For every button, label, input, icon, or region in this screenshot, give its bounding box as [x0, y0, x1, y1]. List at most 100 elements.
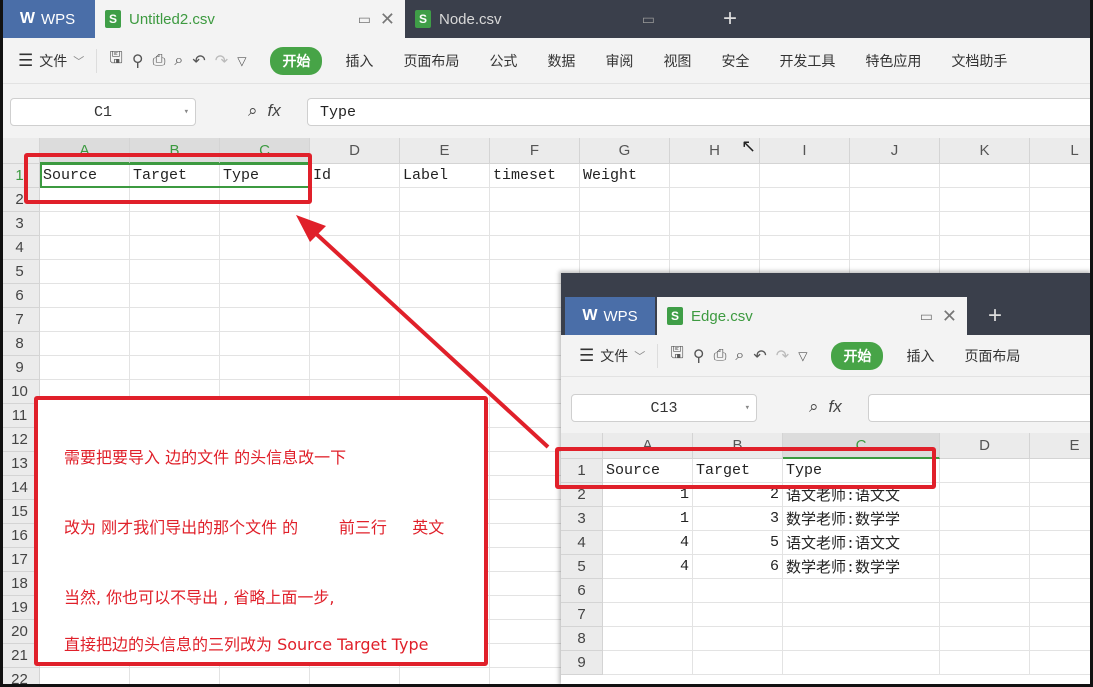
grid-cell[interactable] — [783, 603, 940, 627]
grid-cell[interactable] — [400, 188, 490, 212]
grid-cell[interactable]: 3 — [693, 507, 783, 531]
grid-cell[interactable] — [400, 452, 490, 476]
grid-cell[interactable] — [400, 356, 490, 380]
grid-cell[interactable] — [490, 212, 580, 236]
grid-cell[interactable] — [220, 548, 310, 572]
grid-cell[interactable] — [760, 212, 850, 236]
grid-cell[interactable] — [130, 548, 220, 572]
grid-cell[interactable] — [693, 627, 783, 651]
formula-input[interactable]: Type — [307, 98, 1093, 126]
ribbon-tab[interactable]: 开始 — [831, 341, 884, 370]
grid-cell[interactable] — [40, 212, 130, 236]
new-tab-button[interactable]: + — [710, 0, 750, 38]
grid-cell[interactable]: 2 — [693, 483, 783, 507]
grid-cell[interactable] — [220, 332, 310, 356]
grid-cell[interactable] — [130, 404, 220, 428]
grid-cell[interactable] — [310, 548, 400, 572]
grid-cell[interactable] — [310, 284, 400, 308]
fx-icon[interactable]: fx — [829, 397, 842, 417]
save-icon[interactable]: 🖫 — [109, 47, 123, 74]
grid-cell[interactable]: 6 — [693, 555, 783, 579]
grid-cell[interactable] — [40, 236, 130, 260]
grid-cell[interactable] — [130, 380, 220, 404]
grid-cell[interactable] — [693, 651, 783, 675]
grid-cell[interactable]: Target — [693, 459, 783, 483]
row-header[interactable]: 18 — [0, 572, 40, 596]
grid-cell[interactable] — [40, 308, 130, 332]
grid-cell[interactable] — [1030, 555, 1093, 579]
redo-icon[interactable]: ↷ — [215, 51, 228, 71]
grid-cell[interactable] — [310, 212, 400, 236]
ribbon-tab[interactable]: 特色应用 — [850, 51, 936, 71]
row-header[interactable]: 8 — [561, 627, 603, 651]
grid-cell[interactable] — [940, 579, 1030, 603]
row-header[interactable]: 19 — [0, 596, 40, 620]
column-header[interactable]: D — [310, 138, 400, 164]
file-menu-button[interactable]: ☰ 文件 ﹀ — [0, 48, 98, 73]
wps-home-tab[interactable]: W WPS — [565, 297, 655, 335]
row-header[interactable]: 2 — [561, 483, 603, 507]
row-header[interactable]: 11 — [0, 404, 40, 428]
grid-cell[interactable] — [130, 356, 220, 380]
grid-cell[interactable] — [400, 260, 490, 284]
grid-cell[interactable]: 5 — [693, 531, 783, 555]
new-tab-button[interactable]: + — [975, 297, 1015, 335]
grid-cell[interactable] — [220, 476, 310, 500]
grid-cell[interactable] — [1030, 459, 1093, 483]
row-header[interactable]: 6 — [0, 284, 40, 308]
column-header[interactable]: B — [130, 138, 220, 164]
select-all-corner[interactable] — [0, 138, 40, 164]
grid-cell[interactable] — [400, 404, 490, 428]
ribbon-tab[interactable]: 插入 — [330, 51, 388, 71]
ribbon-tab[interactable]: 开始 — [270, 46, 323, 75]
row-header[interactable]: 9 — [561, 651, 603, 675]
grid-cell[interactable] — [40, 188, 130, 212]
grid-cell[interactable] — [40, 548, 130, 572]
redo-icon[interactable]: ↷ — [776, 346, 789, 366]
grid-cell[interactable] — [1030, 164, 1093, 188]
row-header[interactable]: 1 — [561, 459, 603, 483]
row-header[interactable]: 6 — [561, 579, 603, 603]
grid-cell[interactable] — [670, 188, 760, 212]
grid-cell[interactable] — [603, 579, 693, 603]
row-header[interactable]: 14 — [0, 476, 40, 500]
grid-cell[interactable] — [310, 404, 400, 428]
row-header[interactable]: 13 — [0, 452, 40, 476]
print-preview-icon[interactable]: ⌕ — [735, 347, 744, 365]
grid-cell[interactable] — [1030, 188, 1093, 212]
ribbon-tab[interactable]: 公式 — [474, 51, 532, 71]
grid-cell[interactable] — [1030, 507, 1093, 531]
grid-cell[interactable] — [783, 579, 940, 603]
grid-cell[interactable] — [40, 260, 130, 284]
ribbon-tab[interactable]: 页面布局 — [949, 346, 1035, 366]
grid-cell[interactable] — [310, 188, 400, 212]
row-header[interactable]: 3 — [0, 212, 40, 236]
name-box[interactable]: C1 ▾ — [10, 98, 196, 126]
zoom-search-icon[interactable]: ⌕ — [809, 397, 819, 417]
grid-cell[interactable] — [603, 627, 693, 651]
grid-cell[interactable] — [850, 164, 940, 188]
grid-cell[interactable] — [130, 332, 220, 356]
row-header[interactable]: 1 — [0, 164, 40, 188]
name-box[interactable]: C13 ▾ — [571, 394, 757, 422]
monitor-icon[interactable]: ▭ — [358, 11, 371, 28]
print-icon[interactable]: ⎙ — [714, 347, 727, 365]
save-icon[interactable]: 🖫 — [670, 342, 684, 369]
grid-cell[interactable] — [130, 188, 220, 212]
grid-cell[interactable] — [940, 459, 1030, 483]
grid-cell[interactable] — [1030, 651, 1093, 675]
grid-cell[interactable] — [940, 188, 1030, 212]
grid-cell[interactable] — [40, 404, 130, 428]
grid-cell[interactable]: 4 — [603, 531, 693, 555]
grid-cell[interactable] — [400, 308, 490, 332]
column-header[interactable]: B — [693, 433, 783, 459]
grid-cell[interactable]: Type — [783, 459, 940, 483]
grid-cell[interactable] — [693, 579, 783, 603]
monitor-icon[interactable]: ▭ — [642, 11, 655, 28]
grid-cell[interactable] — [40, 332, 130, 356]
grid-cell[interactable] — [940, 531, 1030, 555]
close-tab-icon[interactable]: ✕ — [942, 306, 957, 327]
grid-cell[interactable] — [220, 260, 310, 284]
zoom-search-icon[interactable]: ⌕ — [248, 101, 258, 121]
grid-cell[interactable] — [310, 332, 400, 356]
